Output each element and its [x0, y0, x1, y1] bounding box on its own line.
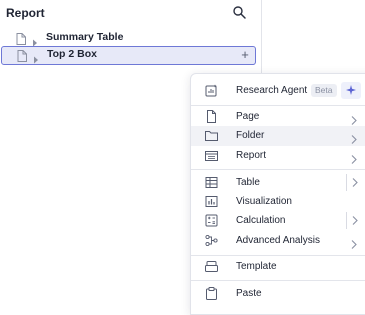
menu-item-advanced-analysis[interactable]: Advanced Analysis [191, 231, 365, 251]
chevron-right-icon[interactable] [346, 212, 363, 229]
menu-item-page[interactable]: Page [191, 107, 365, 127]
menu-divider [191, 280, 365, 281]
chevron-right-icon [351, 131, 357, 144]
menu-item-label: Visualization [236, 196, 292, 207]
menu-divider [191, 105, 365, 106]
analysis-icon [205, 234, 218, 247]
add-menu: Research Agent Beta Page Folder Report T… [190, 73, 365, 315]
menu-item-template[interactable]: Template [191, 257, 365, 277]
sparkle-icon[interactable] [341, 82, 361, 99]
panel-header: Report [0, 0, 261, 26]
menu-item-label: Table [236, 177, 260, 188]
beta-badge: Beta [311, 84, 337, 97]
menu-item-label: Advanced Analysis [236, 235, 320, 246]
menu-item-label: Page [236, 111, 260, 122]
search-icon[interactable] [232, 5, 247, 20]
menu-item-table[interactable]: Table [191, 173, 365, 193]
calculator-icon [205, 214, 218, 227]
page-icon [205, 110, 218, 123]
chevron-right-icon [351, 151, 357, 164]
menu-item-label: Folder [236, 130, 265, 141]
menu-item-visualization[interactable]: Visualization [191, 192, 365, 212]
menu-item-label: Calculation [236, 215, 286, 226]
document-icon [16, 32, 26, 45]
tree-item-summary-table[interactable]: Summary Table [0, 29, 257, 47]
menu-item-report[interactable]: Report [191, 146, 365, 166]
research-agent-icon [205, 84, 218, 97]
folder-icon [205, 129, 218, 142]
panel-title: Report [6, 6, 45, 20]
menu-divider [191, 255, 365, 256]
report-icon [205, 149, 218, 162]
tree-item-label: Summary Table [46, 31, 124, 43]
template-icon [205, 260, 218, 273]
menu-item-folder[interactable]: Folder [191, 126, 365, 146]
chevron-right-icon[interactable] [32, 34, 38, 47]
chevron-right-icon[interactable] [33, 51, 39, 64]
chart-icon [205, 195, 218, 208]
menu-item-label: Paste [236, 288, 262, 299]
tree-item-top-2-box[interactable]: Top 2 Box + [1, 46, 256, 65]
chevron-right-icon [351, 236, 357, 249]
menu-item-label: Report [236, 150, 267, 161]
tree-item-label: Top 2 Box [47, 48, 97, 60]
add-item-button[interactable]: + [239, 48, 251, 62]
clipboard-icon [205, 287, 218, 300]
document-icon [17, 49, 27, 62]
chevron-right-icon [351, 112, 357, 125]
menu-item-research-agent[interactable]: Research Agent Beta [191, 81, 365, 101]
chevron-right-icon[interactable] [346, 174, 363, 191]
menu-item-calculation[interactable]: Calculation [191, 211, 365, 231]
menu-item-label: Research Agent [236, 85, 308, 96]
menu-item-paste[interactable]: Paste [191, 284, 365, 304]
menu-item-label: Template [236, 261, 277, 272]
menu-divider [191, 169, 365, 170]
table-icon [205, 176, 218, 189]
